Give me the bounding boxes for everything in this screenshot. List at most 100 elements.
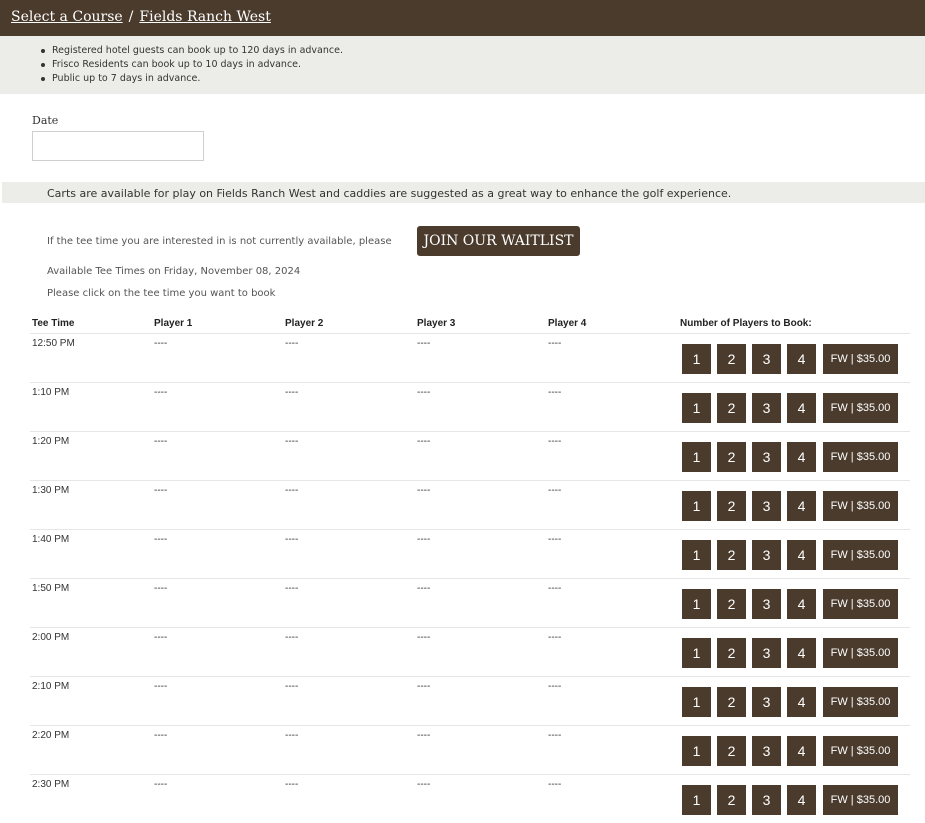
tee-time[interactable]: 1:50 PM <box>32 583 69 594</box>
book-4-players-button[interactable]: 4 <box>787 442 816 472</box>
book-3-players-button[interactable]: 3 <box>752 393 781 423</box>
player-3-slot: ---- <box>417 338 431 349</box>
table-row[interactable]: 2:00 PM ---- ---- ---- ---- 1 2 3 4 FW | $35.00 <box>30 627 910 676</box>
book-2-players-button[interactable]: 2 <box>717 393 746 423</box>
table-row[interactable]: 2:30 PM ---- ---- ---- ---- 1 2 3 4 FW | $35.00 <box>30 774 910 823</box>
tee-time[interactable]: 1:40 PM <box>32 534 69 545</box>
select-course-link[interactable]: Select a Course <box>11 9 123 25</box>
book-2-players-button[interactable]: 2 <box>717 687 746 717</box>
rate-button[interactable]: FW | $35.00 <box>823 442 898 472</box>
header-player-4: Player 4 <box>548 318 587 329</box>
book-3-players-button[interactable]: 3 <box>752 491 781 521</box>
book-1-players-button[interactable]: 1 <box>682 589 711 619</box>
book-4-players-button[interactable]: 4 <box>787 393 816 423</box>
header-tee-time: Tee Time <box>32 318 75 329</box>
date-label: Date <box>32 114 59 127</box>
book-1-players-button[interactable]: 1 <box>682 344 711 374</box>
date-input[interactable] <box>32 131 204 161</box>
table-row[interactable]: 1:30 PM ---- ---- ---- ---- 1 2 3 4 FW | $35.00 <box>30 480 910 529</box>
book-4-players-button[interactable]: 4 <box>787 540 816 570</box>
tee-time[interactable]: 1:10 PM <box>32 387 69 398</box>
player-count-buttons: 1 2 3 4 FW | $35.00 <box>682 393 898 423</box>
book-1-players-button[interactable]: 1 <box>682 442 711 472</box>
book-4-players-button[interactable]: 4 <box>787 589 816 619</box>
tee-time[interactable]: 1:20 PM <box>32 436 69 447</box>
book-4-players-button[interactable]: 4 <box>787 638 816 668</box>
book-4-players-button[interactable]: 4 <box>787 785 816 815</box>
table-row[interactable]: 1:20 PM ---- ---- ---- ---- 1 2 3 4 FW | $35.00 <box>30 431 910 480</box>
rate-button[interactable]: FW | $35.00 <box>823 785 898 815</box>
book-3-players-button[interactable]: 3 <box>752 785 781 815</box>
player-2-slot: ---- <box>285 485 299 496</box>
tee-time[interactable]: 2:30 PM <box>32 779 69 790</box>
player-count-buttons: 1 2 3 4 FW | $35.00 <box>682 491 898 521</box>
player-1-slot: ---- <box>154 387 168 398</box>
book-1-players-button[interactable]: 1 <box>682 540 711 570</box>
tee-time[interactable]: 2:20 PM <box>32 730 69 741</box>
book-3-players-button[interactable]: 3 <box>752 736 781 766</box>
book-1-players-button[interactable]: 1 <box>682 491 711 521</box>
book-1-players-button[interactable]: 1 <box>682 736 711 766</box>
book-3-players-button[interactable]: 3 <box>752 638 781 668</box>
book-1-players-button[interactable]: 1 <box>682 638 711 668</box>
book-3-players-button[interactable]: 3 <box>752 540 781 570</box>
tee-time[interactable]: 2:10 PM <box>32 681 69 692</box>
book-2-players-button[interactable]: 2 <box>717 785 746 815</box>
book-4-players-button[interactable]: 4 <box>787 687 816 717</box>
rate-button[interactable]: FW | $35.00 <box>823 540 898 570</box>
rate-button[interactable]: FW | $35.00 <box>823 344 898 374</box>
book-2-players-button[interactable]: 2 <box>717 540 746 570</box>
book-3-players-button[interactable]: 3 <box>752 442 781 472</box>
table-row[interactable]: 12:50 PM ---- ---- ---- ---- 1 2 3 4 FW | $35.00 <box>30 333 910 382</box>
join-waitlist-button[interactable]: JOIN OUR WAITLIST <box>417 226 580 256</box>
player-1-slot: ---- <box>154 681 168 692</box>
tee-time[interactable]: 1:30 PM <box>32 485 69 496</box>
book-2-players-button[interactable]: 2 <box>717 491 746 521</box>
player-count-buttons: 1 2 3 4 FW | $35.00 <box>682 736 898 766</box>
player-2-slot: ---- <box>285 387 299 398</box>
player-4-slot: ---- <box>548 534 562 545</box>
player-count-buttons: 1 2 3 4 FW | $35.00 <box>682 589 898 619</box>
cart-banner-text: Carts are available for play on Fields R… <box>47 187 732 200</box>
bullet-icon <box>41 62 45 67</box>
tee-time[interactable]: 2:00 PM <box>32 632 69 643</box>
player-4-slot: ---- <box>548 338 562 349</box>
book-2-players-button[interactable]: 2 <box>717 442 746 472</box>
rate-button[interactable]: FW | $35.00 <box>823 736 898 766</box>
book-4-players-button[interactable]: 4 <box>787 344 816 374</box>
rate-button[interactable]: FW | $35.00 <box>823 491 898 521</box>
rate-button[interactable]: FW | $35.00 <box>823 638 898 668</box>
waitlist-text: If the tee time you are interested in is… <box>47 236 392 247</box>
book-2-players-button[interactable]: 2 <box>717 589 746 619</box>
table-row[interactable]: 2:10 PM ---- ---- ---- ---- 1 2 3 4 FW | $35.00 <box>30 676 910 725</box>
book-3-players-button[interactable]: 3 <box>752 344 781 374</box>
rate-button[interactable]: FW | $35.00 <box>823 589 898 619</box>
tee-time[interactable]: 12:50 PM <box>32 338 75 349</box>
header-player-2: Player 2 <box>285 318 324 329</box>
book-1-players-button[interactable]: 1 <box>682 785 711 815</box>
table-row[interactable]: 1:50 PM ---- ---- ---- ---- 1 2 3 4 FW | $35.00 <box>30 578 910 627</box>
book-2-players-button[interactable]: 2 <box>717 736 746 766</box>
player-1-slot: ---- <box>154 730 168 741</box>
player-2-slot: ---- <box>285 436 299 447</box>
book-2-players-button[interactable]: 2 <box>717 638 746 668</box>
book-3-players-button[interactable]: 3 <box>752 589 781 619</box>
player-2-slot: ---- <box>285 681 299 692</box>
header-number-of-players: Number of Players to Book: <box>680 318 812 329</box>
book-4-players-button[interactable]: 4 <box>787 736 816 766</box>
book-1-players-button[interactable]: 1 <box>682 687 711 717</box>
rate-button[interactable]: FW | $35.00 <box>823 687 898 717</box>
book-4-players-button[interactable]: 4 <box>787 491 816 521</box>
table-row[interactable]: 2:20 PM ---- ---- ---- ---- 1 2 3 4 FW | $35.00 <box>30 725 910 774</box>
book-2-players-button[interactable]: 2 <box>717 344 746 374</box>
book-1-players-button[interactable]: 1 <box>682 393 711 423</box>
book-3-players-button[interactable]: 3 <box>752 687 781 717</box>
player-3-slot: ---- <box>417 632 431 643</box>
course-name-link[interactable]: Fields Ranch West <box>139 9 270 25</box>
player-count-buttons: 1 2 3 4 FW | $35.00 <box>682 687 898 717</box>
player-count-buttons: 1 2 3 4 FW | $35.00 <box>682 344 898 374</box>
table-row[interactable]: 1:10 PM ---- ---- ---- ---- 1 2 3 4 FW | $35.00 <box>30 382 910 431</box>
rate-button[interactable]: FW | $35.00 <box>823 393 898 423</box>
player-count-buttons: 1 2 3 4 FW | $35.00 <box>682 638 898 668</box>
table-row[interactable]: 1:40 PM ---- ---- ---- ---- 1 2 3 4 FW | $35.00 <box>30 529 910 578</box>
